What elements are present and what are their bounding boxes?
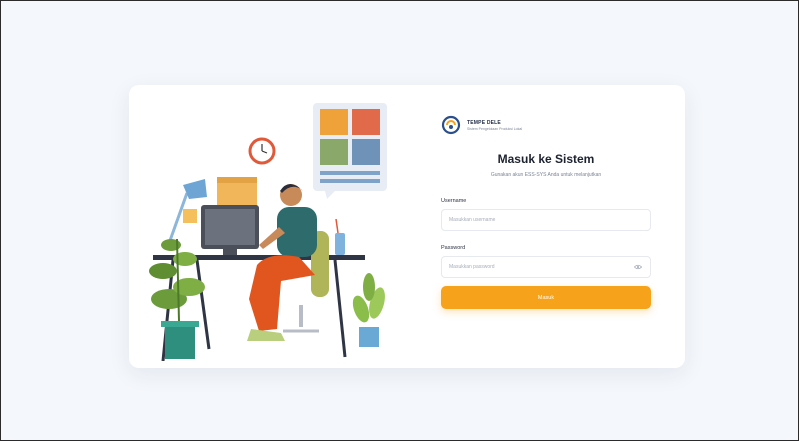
- eye-icon[interactable]: [634, 264, 642, 270]
- username-input[interactable]: Masukkan username: [441, 209, 651, 231]
- login-form: TEMPE DELE Sistem Pengelolaan Produksi L…: [441, 115, 651, 309]
- password-placeholder: Masukkan password: [449, 264, 495, 270]
- login-card: TEMPE DELE Sistem Pengelolaan Produksi L…: [129, 85, 685, 368]
- username-label: Username: [441, 198, 467, 204]
- login-button[interactable]: Masuk: [441, 286, 651, 309]
- page-subtitle: Gunakan akun ESS-SYS Anda untuk melanjut…: [490, 172, 602, 178]
- username-placeholder: Masukkan username: [449, 217, 496, 223]
- brand-logo-icon: [441, 115, 461, 135]
- app-name: TEMPE DELE: [467, 119, 501, 126]
- page-title: Masuk ke Sistem: [497, 152, 595, 166]
- password-input[interactable]: Masukkan password: [441, 256, 651, 278]
- password-label: Password: [441, 245, 466, 251]
- workspace-illustration: [149, 103, 387, 361]
- app-tagline: Sistem Pengelolaan Produksi Lokal: [467, 126, 523, 131]
- brand: TEMPE DELE Sistem Pengelolaan Produksi L…: [441, 115, 651, 135]
